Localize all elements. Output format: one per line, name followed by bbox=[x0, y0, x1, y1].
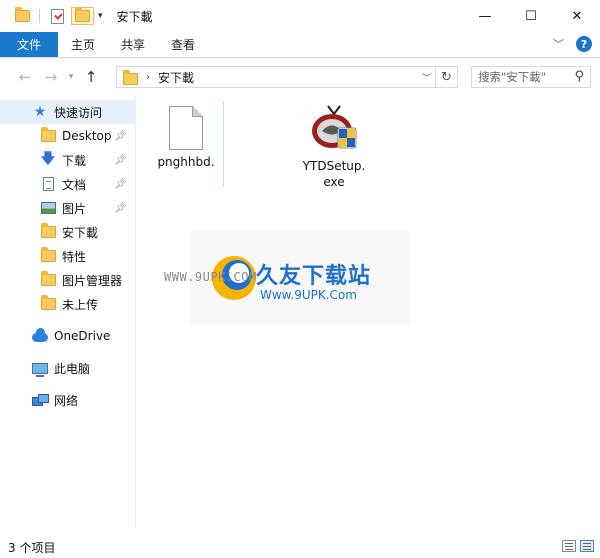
folder-icon bbox=[123, 69, 138, 85]
file-name: pnghhbd. bbox=[157, 155, 215, 169]
address-dropdown-icon[interactable]: ﹀ bbox=[422, 71, 431, 84]
pin-icon: 📌︎ bbox=[114, 130, 127, 142]
minimize-button[interactable]: — bbox=[462, 0, 508, 32]
toolbar-divider bbox=[39, 9, 40, 23]
sidebar-item-label: 文档 bbox=[62, 177, 87, 192]
sidebar-item-quick-access[interactable]: ★ 快速访问 bbox=[0, 100, 135, 124]
sidebar-item-label: 未上传 bbox=[62, 297, 99, 312]
up-button[interactable]: ↑ bbox=[78, 68, 104, 86]
expand-ribbon-chevron-icon[interactable]: ﹀ bbox=[553, 36, 564, 52]
breadcrumb-current[interactable]: 安下載 bbox=[158, 69, 194, 86]
sidebar-item-label: 网络 bbox=[54, 393, 79, 408]
file-list: pnghhbd. YTDSetup. exe bbox=[136, 96, 600, 528]
title-bar: ▾ 安下載 — ☐ ✕ bbox=[0, 0, 600, 32]
customize-toolbar-dropdown-icon[interactable]: ▾ bbox=[98, 11, 103, 21]
pin-icon: 📌︎ bbox=[114, 178, 127, 190]
sidebar-item-onedrive[interactable]: OneDrive bbox=[0, 324, 135, 348]
tab-file[interactable]: 文件 bbox=[0, 32, 58, 57]
sidebar-item-documents[interactable]: 文档 📌︎ bbox=[0, 172, 135, 196]
sidebar-item-label: Desktop bbox=[62, 129, 112, 143]
sidebar-item-label: 快速访问 bbox=[54, 105, 103, 120]
address-bar[interactable]: › 安下載 ﹀ ↻ bbox=[116, 66, 458, 88]
quick-access-toolbar: ▾ bbox=[12, 6, 103, 26]
sidebar-item-downloads[interactable]: 🡇 下载 📌︎ bbox=[0, 148, 135, 172]
close-button[interactable]: ✕ bbox=[554, 0, 600, 32]
folder-icon bbox=[75, 7, 90, 22]
search-input[interactable]: 搜索"安下載" ⚲ bbox=[471, 66, 591, 88]
maximize-button[interactable]: ☐ bbox=[508, 0, 554, 32]
help-icon[interactable]: ? bbox=[576, 36, 592, 52]
pictures-icon bbox=[40, 200, 56, 216]
folder-icon bbox=[40, 223, 56, 240]
folder-icon bbox=[40, 127, 56, 144]
sidebar-item-label: 安下載 bbox=[62, 225, 99, 240]
folder-icon bbox=[40, 295, 56, 312]
ribbon-tabs: 文件 主页 共享 查看 ﹀ ? bbox=[0, 32, 600, 58]
ribbon-right-controls: ﹀ ? bbox=[553, 36, 592, 52]
selection-edge bbox=[223, 101, 224, 187]
computer-icon bbox=[32, 360, 48, 377]
file-item[interactable]: YTDSetup. exe bbox=[284, 102, 384, 190]
recent-locations-dropdown-icon[interactable]: ▾ bbox=[64, 72, 78, 82]
installer-icon bbox=[312, 105, 357, 149]
sidebar-item-desktop[interactable]: Desktop 📌︎ bbox=[0, 124, 135, 148]
sidebar-item-not-uploaded[interactable]: 未上传 bbox=[0, 292, 135, 316]
tab-home[interactable]: 主页 bbox=[58, 32, 108, 57]
search-icon[interactable]: ⚲ bbox=[574, 69, 584, 84]
sidebar-item-anxiazai[interactable]: 安下載 bbox=[0, 220, 135, 244]
file-item[interactable]: pnghhbd. bbox=[136, 106, 236, 170]
sidebar-item-label: 特性 bbox=[62, 249, 87, 264]
navigation-bar: ← → ▾ ↑ › 安下載 ﹀ ↻ 搜索"安下載" ⚲ bbox=[0, 60, 600, 94]
breadcrumb-chevron-icon[interactable]: › bbox=[146, 72, 150, 83]
sidebar-item-label: OneDrive bbox=[54, 329, 111, 343]
view-toggle bbox=[562, 540, 594, 552]
download-icon: 🡇 bbox=[40, 151, 56, 167]
sidebar-item-picture-manager[interactable]: 图片管理器 bbox=[0, 268, 135, 292]
navigation-pane: ★ 快速访问 Desktop 📌︎ 🡇 下载 📌︎ 文档 📌︎ 图片 📌︎ 安下… bbox=[0, 100, 135, 528]
sidebar-item-features[interactable]: 特性 bbox=[0, 244, 135, 268]
forward-button[interactable]: → bbox=[38, 68, 64, 86]
window-controls: — ☐ ✕ bbox=[462, 0, 600, 32]
document-icon bbox=[40, 176, 56, 192]
sidebar-item-label: 下载 bbox=[62, 153, 87, 168]
sidebar-item-network[interactable]: 网络 bbox=[0, 388, 135, 412]
window-title: 安下載 bbox=[116, 9, 153, 24]
sidebar-item-label: 图片 bbox=[62, 201, 87, 216]
folder-icon bbox=[40, 247, 56, 264]
tab-share[interactable]: 共享 bbox=[108, 32, 158, 57]
file-name: YTDSetup. exe bbox=[302, 159, 366, 189]
folder-icon bbox=[40, 271, 56, 288]
folder-icon bbox=[12, 6, 32, 26]
properties-icon[interactable] bbox=[47, 6, 67, 26]
refresh-button[interactable]: ↻ bbox=[435, 67, 457, 87]
tab-view[interactable]: 查看 bbox=[158, 32, 208, 57]
network-icon bbox=[32, 392, 49, 408]
pin-icon: 📌︎ bbox=[114, 154, 127, 166]
new-folder-button[interactable] bbox=[71, 7, 94, 25]
blank-file-icon bbox=[169, 106, 203, 150]
star-icon: ★ bbox=[33, 104, 47, 120]
sidebar-item-pictures[interactable]: 图片 📌︎ bbox=[0, 196, 135, 220]
cloud-icon bbox=[32, 328, 48, 344]
status-bar: 3 个项目 bbox=[0, 536, 600, 558]
sidebar-item-label: 此电脑 bbox=[54, 361, 91, 376]
sidebar-item-label: 图片管理器 bbox=[62, 273, 123, 288]
search-placeholder: 搜索"安下載" bbox=[478, 70, 547, 84]
details-view-icon[interactable] bbox=[562, 540, 576, 552]
back-button[interactable]: ← bbox=[12, 68, 38, 86]
pin-icon: 📌︎ bbox=[114, 202, 127, 214]
item-count: 3 个项目 bbox=[8, 540, 56, 555]
sidebar-item-this-pc[interactable]: 此电脑 bbox=[0, 356, 135, 380]
large-icons-view-icon[interactable] bbox=[580, 540, 594, 552]
